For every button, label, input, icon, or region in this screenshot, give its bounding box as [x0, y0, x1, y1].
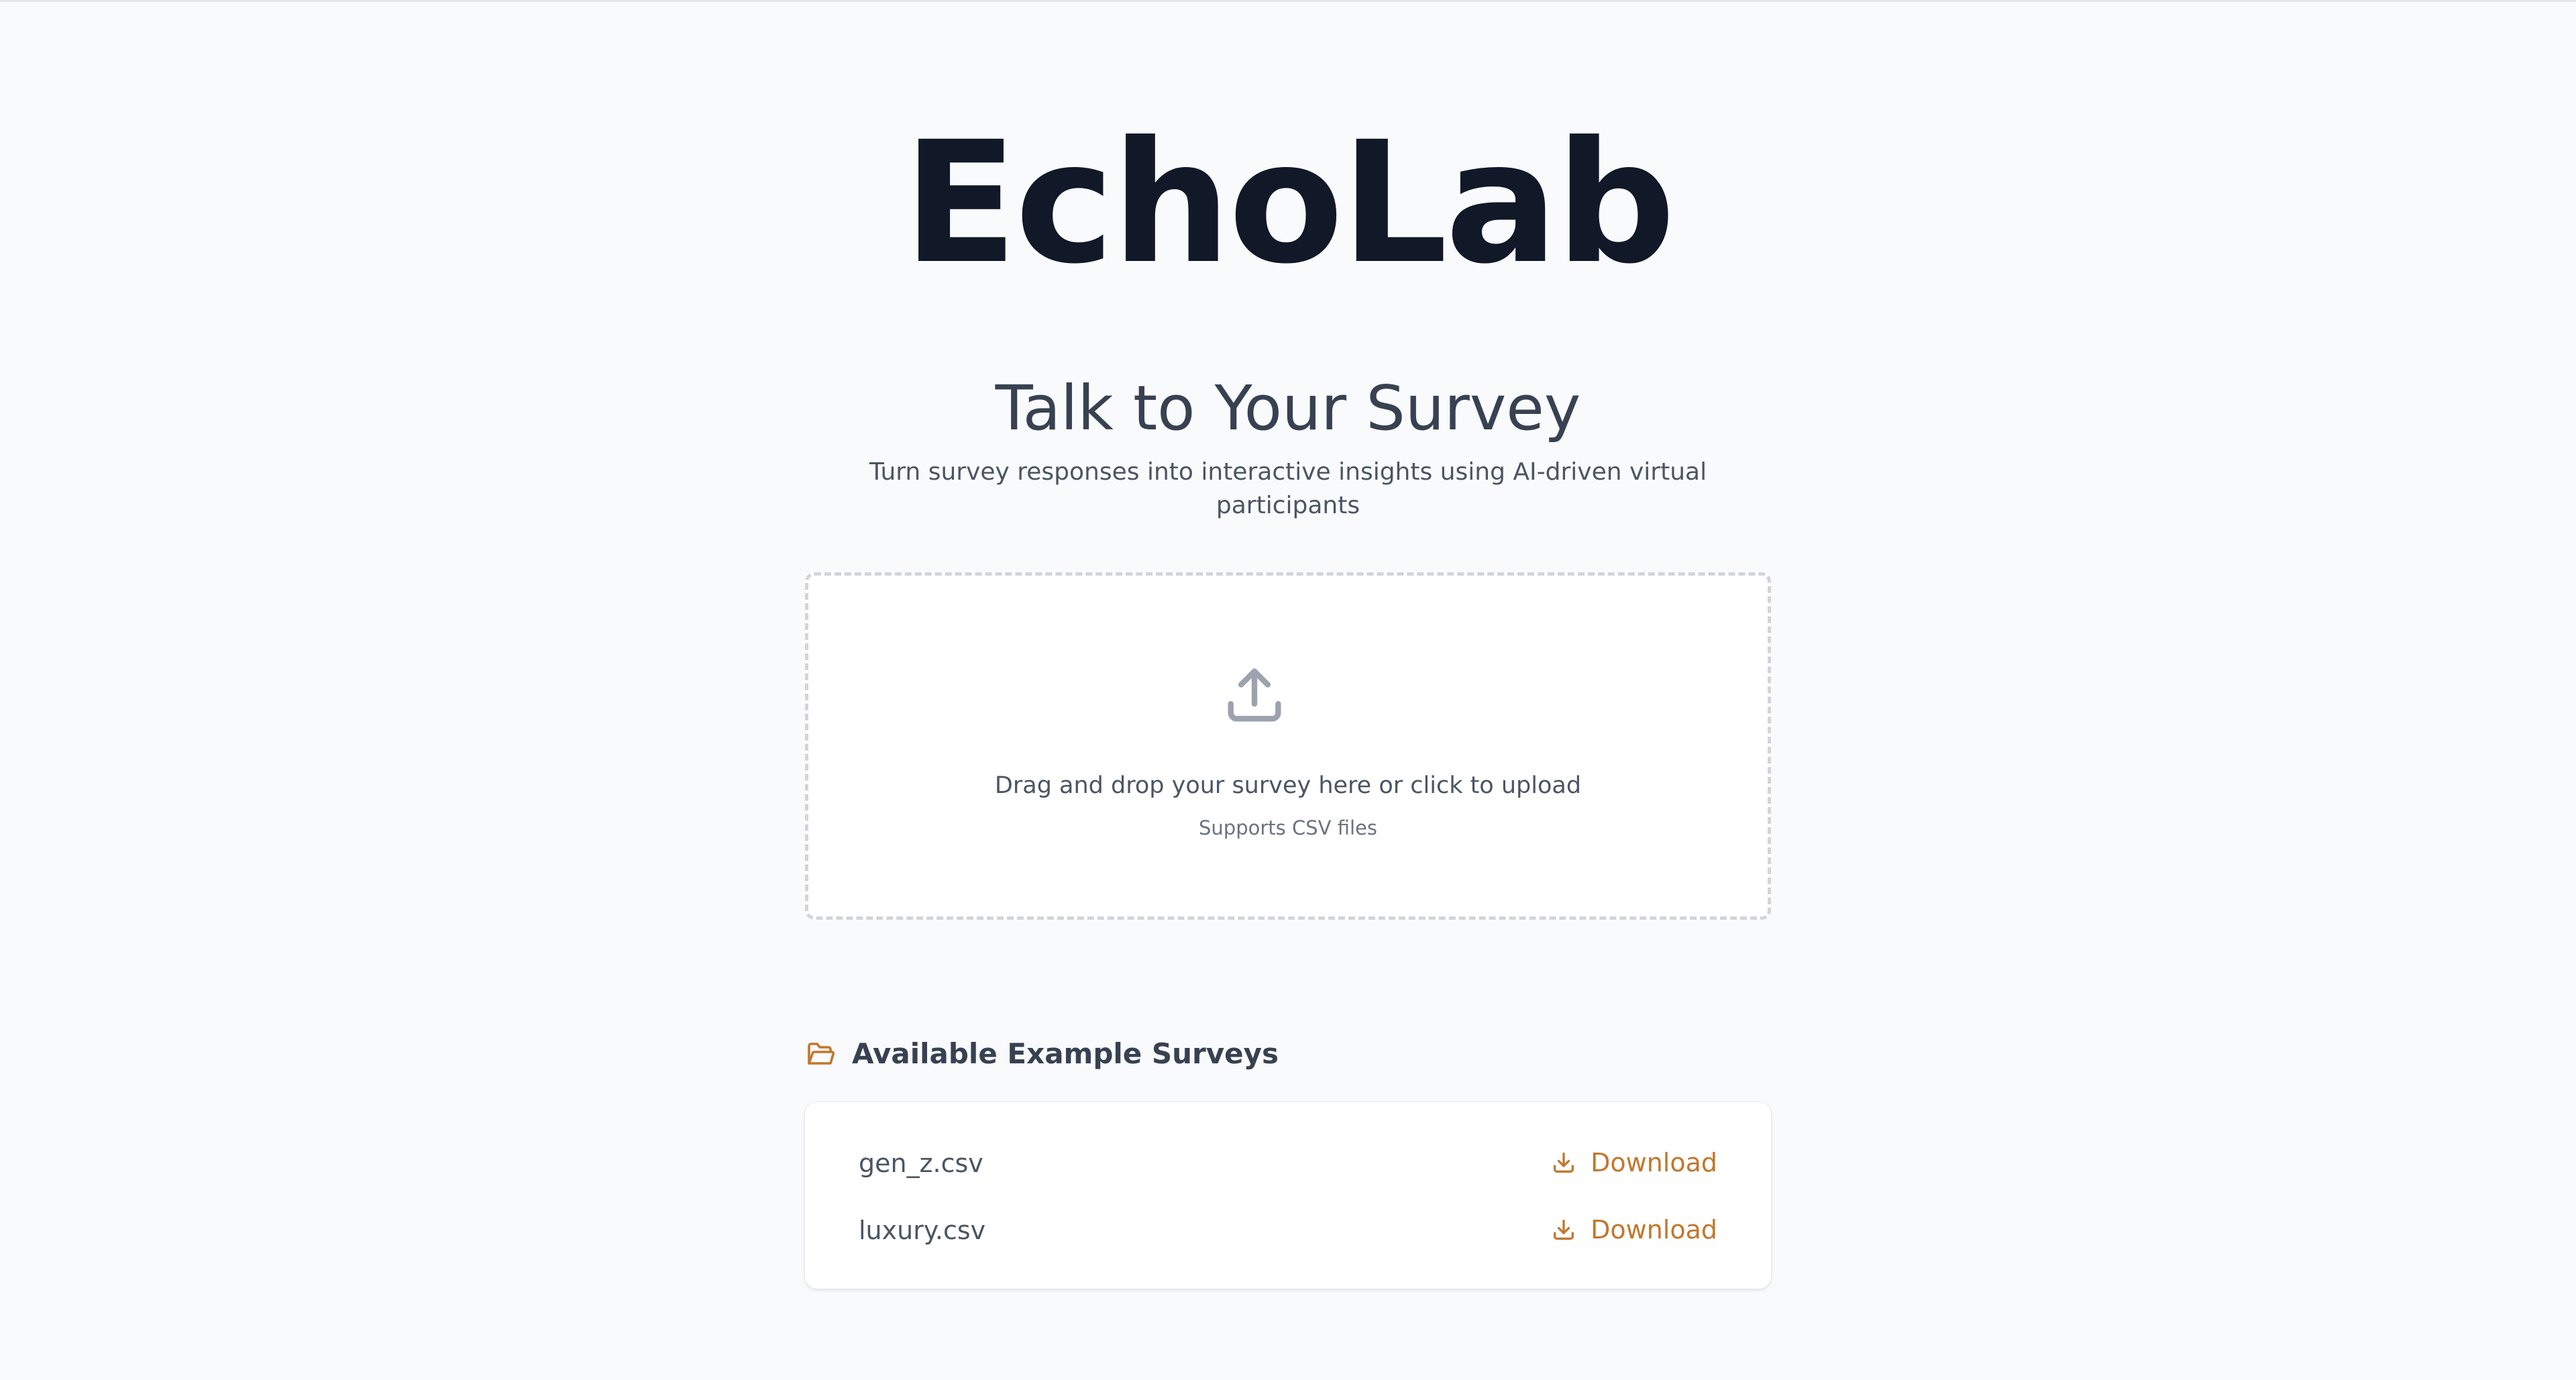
download-label: Download [1591, 1215, 1717, 1244]
download-icon [1554, 1153, 1574, 1173]
upload-prompt: Drag and drop your survey here or click … [994, 772, 1582, 799]
examples-header: Available Example Surveys [805, 1032, 1771, 1075]
app-title: EchoLab [903, 105, 1676, 301]
folder-open-icon [808, 1043, 835, 1065]
example-file-name: luxury.csv [859, 1216, 986, 1245]
download-gen-z-button[interactable]: Download [1550, 1143, 1717, 1183]
download-icon [1554, 1220, 1574, 1240]
upload-icon [1228, 668, 1281, 722]
examples-list: gen_z.csv Download luxury.csv Download [805, 1102, 1771, 1289]
download-luxury-button[interactable]: Download [1550, 1210, 1717, 1250]
page-tagline: Turn survey responses into interactive i… [869, 458, 1707, 519]
download-label: Download [1591, 1148, 1717, 1177]
example-file-name: gen_z.csv [859, 1149, 983, 1178]
list-item: luxury.csv Download [859, 1210, 1717, 1250]
page-subtitle: Talk to Your Survey [995, 372, 1581, 444]
list-item: gen_z.csv Download [859, 1143, 1717, 1183]
examples-title: Available Example Surveys [852, 1037, 1279, 1070]
upload-supported-formats: Supports CSV files [1199, 816, 1377, 839]
upload-dropzone[interactable]: Drag and drop your survey here or click … [805, 572, 1771, 920]
